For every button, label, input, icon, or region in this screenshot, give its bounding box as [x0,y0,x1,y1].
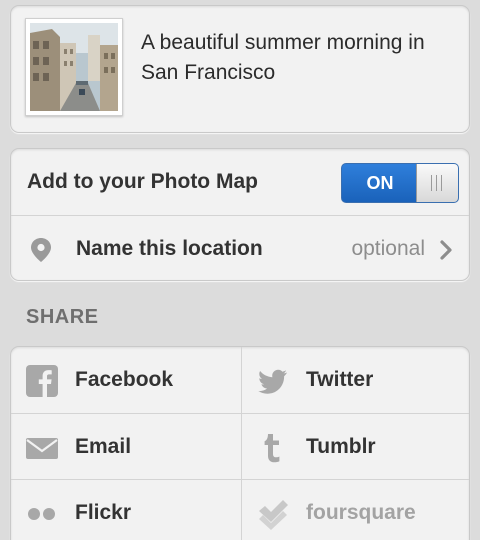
share-foursquare[interactable]: foursquare [242,480,469,540]
street-photo-thumbnail [30,23,118,111]
tumblr-icon [264,434,280,463]
share-twitter-label: Twitter [306,368,374,391]
share-tumblr-label: Tumblr [306,435,376,458]
envelope-icon [26,438,58,459]
photo-map-row: Add to your Photo Map ON [11,149,469,215]
facebook-icon [26,365,58,397]
share-facebook[interactable]: Facebook [11,347,241,413]
share-section-header: SHARE [26,306,99,328]
name-location-label: Name this location [76,237,263,260]
share-facebook-label: Facebook [75,368,174,391]
share-tumblr[interactable]: Tumblr [242,414,469,480]
share-foursquare-label: foursquare [306,501,416,524]
foursquare-check-icon [259,500,288,530]
flickr-dots-icon [28,508,55,520]
location-pin-icon [31,238,51,262]
share-flickr-label: Flickr [75,501,132,524]
share-twitter[interactable]: Twitter [242,347,469,413]
toggle-on-label: ON [342,164,418,202]
photo-thumbnail[interactable] [25,18,123,116]
chevron-right-icon [440,240,452,260]
name-location-row[interactable]: Name this location optional [11,215,469,280]
share-email-label: Email [75,435,132,458]
location-optional-hint: optional [351,237,425,260]
twitter-bird-icon [258,369,287,394]
post-caption[interactable]: A beautiful summer morning in San Franci… [141,28,461,88]
photo-map-card: Add to your Photo Map ON Name this locat… [10,148,470,281]
toggle-knob[interactable] [416,164,458,202]
share-services-card: Facebook Twitter Email Tumblr Flickr fou… [10,346,470,540]
photo-map-label: Add to your Photo Map [27,170,258,193]
share-email[interactable]: Email [11,414,241,480]
photo-map-toggle[interactable]: ON [341,163,459,203]
share-flickr[interactable]: Flickr [11,480,241,540]
caption-card: A beautiful summer morning in San Franci… [10,5,470,133]
